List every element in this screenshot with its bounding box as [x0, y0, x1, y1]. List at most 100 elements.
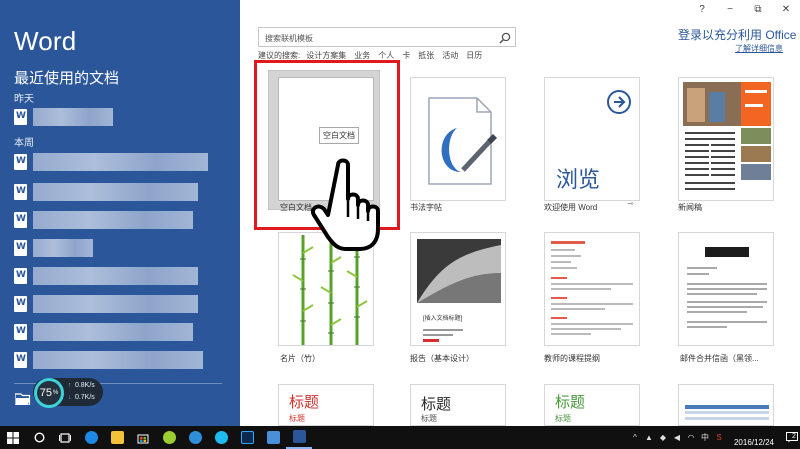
recent-document-item[interactable]: [14, 152, 234, 172]
photos-icon[interactable]: [260, 426, 286, 449]
suggested-search-link[interactable]: 日历: [466, 50, 482, 61]
clock[interactable]: 2016/12/24: [726, 429, 782, 447]
network-icon[interactable]: ▲: [642, 433, 656, 442]
store-icon[interactable]: [130, 426, 156, 449]
recent-document-item[interactable]: [14, 322, 234, 342]
newsletter-thumbnail: [683, 82, 771, 190]
file-explorer-icon[interactable]: [104, 426, 130, 449]
clock-date: 2016/12/24: [733, 437, 775, 447]
recent-document-name: [33, 351, 203, 369]
search-circle-icon[interactable]: [26, 426, 52, 449]
open-folder-icon[interactable]: [15, 393, 31, 405]
pin-icon[interactable]: ⊸: [627, 199, 634, 208]
word-doc-icon: [14, 212, 27, 228]
recent-document-item[interactable]: [14, 182, 234, 202]
close-button[interactable]: ✕: [772, 0, 800, 18]
clock-time: [726, 429, 782, 438]
recent-document-name: [33, 211, 193, 229]
word-doc-icon: [14, 240, 27, 256]
word-doc-icon: [14, 268, 27, 284]
word-doc-icon: [14, 109, 27, 125]
minimize-button[interactable]: −: [716, 0, 744, 18]
upload-arrow-icon: ↑: [68, 382, 72, 389]
tile-subtitle: 标题: [289, 414, 305, 423]
template-teacher-syllabus[interactable]: [544, 232, 640, 346]
photoshop-icon[interactable]: [234, 426, 260, 449]
recent-document-name: [33, 239, 93, 257]
help-button[interactable]: ?: [688, 0, 716, 18]
template-title-red[interactable]: 标题 标题: [278, 384, 374, 426]
action-center-button[interactable]: 2: [782, 426, 800, 449]
recent-document-name: [33, 323, 193, 341]
edge-browser-icon[interactable]: [78, 426, 104, 449]
word-doc-icon: [14, 184, 27, 200]
recent-document-item[interactable]: [14, 238, 234, 258]
recent-document-item[interactable]: [14, 266, 234, 286]
internet-explorer-icon[interactable]: [208, 426, 234, 449]
restore-button[interactable]: ⧉: [744, 0, 772, 18]
template-label: 书法字帖: [410, 203, 442, 212]
template-report-basic[interactable]: [插入文档标题]: [410, 232, 506, 346]
task-view-icon[interactable]: [52, 426, 78, 449]
template-label: 邮件合并信函（黑领...: [680, 354, 759, 363]
arrow-right-icon: [607, 90, 631, 114]
recent-document-name: [33, 153, 208, 171]
app-icon-green-yellow[interactable]: [156, 426, 182, 449]
recent-document-item[interactable]: [14, 107, 234, 127]
template-newsletter[interactable]: [678, 77, 774, 201]
group-label-yesterday: 昨天: [14, 94, 34, 105]
template-title-green[interactable]: 标题 标题: [544, 384, 640, 426]
download-arrow-icon: ↓: [68, 394, 72, 401]
windows-logo-icon: [7, 431, 19, 444]
recent-documents-title: 最近使用的文档: [14, 70, 120, 87]
app-title: Word: [14, 26, 77, 56]
wifi-icon[interactable]: ◠: [684, 433, 698, 442]
speaker-icon[interactable]: ◀: [670, 433, 684, 442]
suggested-search-link[interactable]: 卡: [402, 50, 410, 61]
start-button[interactable]: [0, 426, 26, 449]
syllabus-thumbnail: [551, 241, 633, 335]
search-icon[interactable]: [499, 32, 511, 44]
recent-document-name: [33, 267, 198, 285]
template-label: 报告（基本设计）: [410, 354, 474, 363]
word-taskbar-icon[interactable]: [286, 426, 312, 449]
template-label: 名片（竹）: [280, 354, 320, 363]
speed-unit: %: [52, 390, 59, 396]
template-mail-merge-letter[interactable]: [678, 232, 774, 346]
learn-more-link[interactable]: 了解详细信息: [735, 43, 783, 54]
show-hidden-icons-icon[interactable]: ^: [628, 433, 642, 442]
word-doc-icon: [14, 296, 27, 312]
ime-indicator[interactable]: 中: [698, 432, 712, 443]
template-title-dark[interactable]: 标题 标题: [410, 384, 506, 426]
welcome-tile-text: 浏览: [556, 167, 601, 192]
template-calligraphy[interactable]: [410, 77, 506, 201]
template-search-box[interactable]: [258, 27, 516, 48]
shield-icon[interactable]: ◆: [656, 433, 670, 442]
signin-prompt[interactable]: 登录以充分利用 Office: [678, 26, 796, 43]
recent-document-name: [33, 183, 198, 201]
recent-document-item[interactable]: [14, 350, 234, 370]
download-speed: ↓ 0.7K/s: [68, 394, 95, 401]
speed-percent: 75: [39, 387, 52, 399]
report-tile-title: [插入文档标题]: [423, 316, 463, 322]
upload-speed: ↑ 0.8K/s: [68, 382, 95, 389]
sogou-icon[interactable]: S: [712, 433, 726, 442]
report-thumbnail: [417, 239, 501, 342]
app-icon-blue-circle[interactable]: [182, 426, 208, 449]
recent-document-item[interactable]: [14, 210, 234, 230]
template-search-input[interactable]: [259, 29, 489, 48]
word-doc-icon: [14, 324, 27, 340]
suggested-search-link[interactable]: 活动: [442, 50, 458, 61]
system-tray: ^ ▲ ◆ ◀ ◠ 中 S 2016/12/24 2: [628, 426, 800, 449]
tile-title: 标题: [555, 394, 586, 411]
suggested-search-link[interactable]: 抵张: [418, 50, 434, 61]
letter-thumbnail: [687, 247, 767, 328]
calligraphy-thumbnail: [428, 97, 497, 185]
template-label: 教师的课程提纲: [544, 354, 600, 363]
speed-gauge[interactable]: 75%: [34, 378, 64, 408]
notification-count: 2: [792, 433, 796, 440]
hand-pointer-cursor-icon: [311, 158, 380, 251]
left-pane: Word 最近使用的文档 昨天 本周: [0, 0, 240, 426]
template-table[interactable]: [678, 384, 774, 426]
recent-document-item[interactable]: [14, 294, 234, 314]
